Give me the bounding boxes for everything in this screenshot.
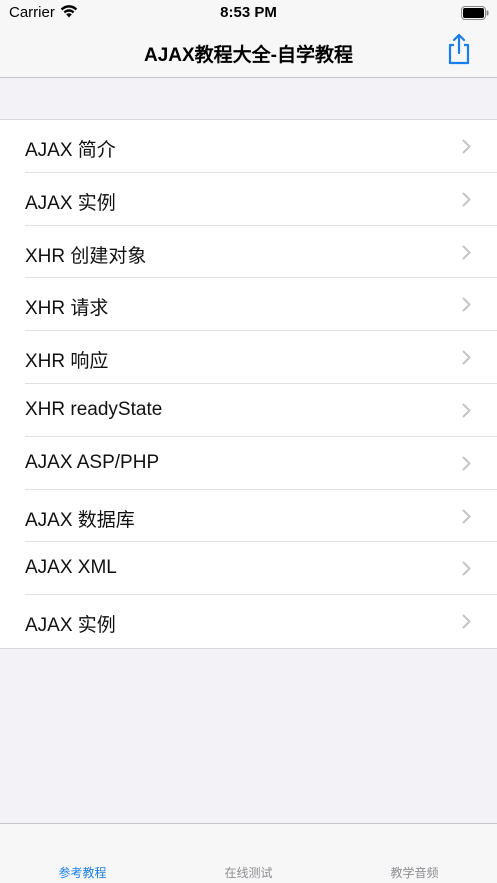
list-item-label: AJAX 实例 [25,615,116,637]
list-item-label: AJAX XML [25,557,117,579]
tutorial-list: AJAX 简介 AJAX 实例 XHR 创建对象 XHR 请求 XHR 响应 XHR re… [0,119,497,649]
chevron-right-icon [462,456,471,476]
chevron-right-icon [462,192,471,212]
chevron-right-icon [462,561,471,581]
chevron-right-icon [462,350,471,370]
list-item[interactable]: AJAX 实例 [0,173,497,226]
chevron-right-icon [462,139,471,159]
list-item[interactable]: XHR 创建对象 [0,226,497,279]
share-icon [444,33,474,70]
navigation-bar: AJAX教程大全-自学教程 [0,28,497,78]
list-item-label: XHR 请求 [25,298,109,320]
list-item-label: AJAX 简介 [25,140,116,161]
list-item[interactable]: AJAX ASP/PHP [0,437,497,490]
tab-item[interactable]: 参考教程 [0,864,165,881]
chevron-right-icon [462,403,471,423]
chevron-right-icon [462,509,471,529]
list-item-label: AJAX ASP/PHP [25,451,160,473]
tab-bar: 参考教程 在线测试 教学音频 [0,823,497,883]
tab-item[interactable]: 在线测试 [166,864,331,881]
page-title: AJAX教程大全-自学教程 [143,45,353,66]
list-item[interactable]: AJAX 实例 [0,595,497,648]
tab-item[interactable]: 教学音频 [332,864,497,881]
list-item[interactable]: XHR 响应 [0,331,497,384]
chevron-right-icon [462,245,471,265]
status-time: 8:53 PM [220,4,277,21]
list-item-label: XHR 创建对象 [25,245,147,267]
battery-icon [461,6,489,25]
list-item[interactable]: XHR 请求 [0,278,497,331]
share-button[interactable] [444,32,474,66]
list-item[interactable]: XHR readyState [0,384,497,437]
list-item[interactable]: AJAX 数据库 [0,490,497,543]
chevron-right-icon [462,297,471,317]
list-item[interactable]: AJAX XML [0,542,497,595]
list-item-label: AJAX 数据库 [25,509,135,531]
list-item-label: AJAX 实例 [25,192,116,214]
status-bar: Carrier 8:53 PM [0,0,497,28]
list-item-label: XHR readyState [25,398,163,420]
list-item[interactable]: AJAX 简介 [0,120,497,173]
chevron-right-icon [462,614,471,634]
list-item-label: XHR 响应 [25,351,109,373]
